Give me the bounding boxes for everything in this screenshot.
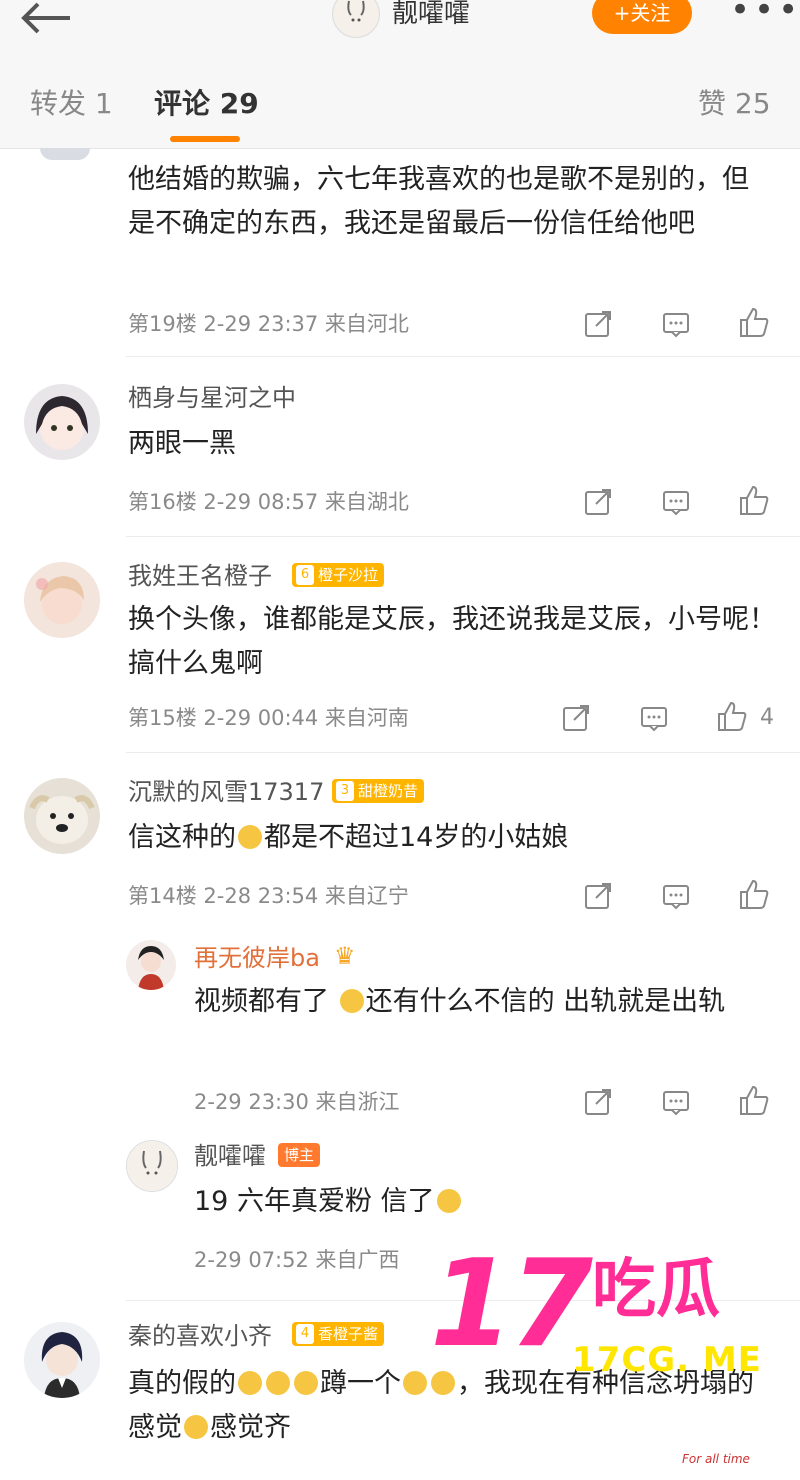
comment-text-part: 感觉齐: [210, 1412, 291, 1443]
tab-bar: 转发 1 评论 29 赞 25: [0, 60, 800, 149]
watermark-logo: 17: [430, 1235, 593, 1374]
like-icon[interactable]: [738, 878, 769, 909]
crown-icon: ♛: [334, 942, 356, 970]
back-arrow-icon[interactable]: [18, 0, 74, 39]
reply-text-part: 视频都有了: [194, 986, 329, 1017]
comment-meta: 第14楼 2-28 23:54 来自辽宁: [128, 884, 409, 908]
more-icon[interactable]: •••: [730, 0, 800, 30]
fan-badge: 4 香橙子酱: [292, 1322, 385, 1346]
comment-meta: 第16楼 2-29 08:57 来自湖北: [128, 490, 409, 514]
replier-name[interactable]: 再无彼岸ba: [194, 942, 320, 974]
top-bar: 靓嚯嚯 +关注 •••: [0, 0, 800, 60]
follow-button[interactable]: +关注: [592, 0, 692, 34]
divider: [126, 752, 800, 753]
comment-text: 两眼一黑: [128, 428, 236, 459]
tab-comments[interactable]: 评论 29: [154, 84, 259, 124]
fan-badge: 6 橙子沙拉: [292, 563, 385, 587]
reply-text-part: 19 六年真爱粉 信了: [194, 1186, 435, 1217]
commenter-name[interactable]: 沉默的风雪17317: [128, 776, 324, 808]
share-icon[interactable]: [584, 882, 612, 910]
badge-level: 3: [336, 781, 354, 801]
like-count: 4: [760, 705, 774, 730]
page-title: 靓嚯嚯: [392, 0, 471, 29]
share-icon[interactable]: [584, 1088, 612, 1116]
comment-meta: 第15楼 2-29 00:44 来自河南: [128, 706, 409, 730]
comment-text: 他结婚的欺骗，六七年我喜欢的也是歌不是别的，但是不确定的东西，我还是留最后一份信…: [128, 164, 749, 239]
avatar[interactable]: [24, 778, 100, 854]
comment-text-part: 真的假的: [128, 1368, 236, 1399]
watermark-tag: For all time: [682, 1452, 750, 1466]
share-icon[interactable]: [584, 310, 612, 338]
share-icon[interactable]: [562, 704, 590, 732]
like-icon[interactable]: [738, 484, 769, 515]
avatar[interactable]: [24, 384, 100, 460]
comment-icon[interactable]: [662, 310, 690, 338]
like-icon[interactable]: [738, 1084, 769, 1115]
divider: [126, 356, 800, 357]
watermark-title: 吃瓜: [592, 1253, 720, 1327]
laughing-emoji-icon: [238, 1371, 262, 1395]
tab-repost[interactable]: 转发 1: [30, 84, 113, 124]
badge-label: 香橙子酱: [318, 1325, 379, 1343]
comment-text-part: 蹲一个: [320, 1368, 401, 1399]
avatar[interactable]: [126, 1140, 178, 1192]
reply-text: 视频都有了 还有什么不信的 出轨就是出轨: [194, 980, 774, 1024]
commenter-name[interactable]: 我姓王名橙子: [128, 560, 272, 592]
laughing-emoji-icon: [238, 825, 262, 849]
doge-emoji-icon: [436, 1189, 461, 1213]
comment-icon[interactable]: [640, 704, 668, 732]
share-icon[interactable]: [584, 488, 612, 516]
comment-icon[interactable]: [662, 882, 690, 910]
reply-text: 19 六年真爱粉 信了: [194, 1180, 463, 1224]
replier-name[interactable]: 靓嚯嚯: [194, 1140, 266, 1172]
divider: [126, 536, 800, 537]
comment-text: 信这种的 都是不超过14岁的小姑娘: [128, 816, 568, 860]
fan-badge: 3 甜橙奶昔: [332, 779, 425, 803]
badge-level: 6: [296, 565, 314, 585]
author-avatar[interactable]: [332, 0, 380, 38]
comment-icon[interactable]: [662, 488, 690, 516]
comment-text-part: 都是不超过14岁的小姑娘: [264, 822, 569, 853]
avatar[interactable]: [126, 940, 176, 990]
badge-level: 4: [296, 1324, 314, 1344]
laughing-emoji-icon: [339, 989, 364, 1013]
comment-text-part: 信这种的: [128, 822, 236, 853]
like-icon[interactable]: [716, 700, 747, 731]
commenter-name[interactable]: 栖身与星河之中: [128, 382, 296, 414]
tab-active-indicator: [170, 136, 240, 142]
avatar[interactable]: [24, 1322, 100, 1398]
laughing-emoji-icon: [266, 1371, 290, 1395]
reply-meta: 2-29 07:52 来自广西: [194, 1248, 400, 1272]
doge-emoji-icon: [431, 1371, 455, 1395]
comment-icon[interactable]: [662, 1088, 690, 1116]
badge-label: 橙子沙拉: [318, 566, 379, 584]
badge-label: 甜橙奶昔: [358, 782, 419, 800]
commenter-name[interactable]: 秦的喜欢小齐: [128, 1320, 272, 1352]
crying-emoji-icon: [184, 1415, 208, 1439]
avatar[interactable]: [24, 562, 100, 638]
comment-text: 换个头像，谁都能是艾辰，我还说我是艾辰，小号呢！搞什么鬼啊: [128, 604, 776, 679]
avatar[interactable]: [40, 148, 90, 160]
comment-meta: 第19楼 2-29 23:37 来自河北: [128, 312, 409, 336]
author-badge: 博主: [278, 1143, 321, 1167]
laughing-emoji-icon: [403, 1371, 427, 1395]
laughing-emoji-icon: [294, 1371, 318, 1395]
reply-meta: 2-29 23:30 来自浙江: [194, 1090, 400, 1114]
tab-likes[interactable]: 赞 25: [698, 84, 771, 124]
like-icon[interactable]: [738, 306, 769, 337]
watermark-url: 17CG. ME: [572, 1340, 762, 1380]
reply-text-part: 还有什么不信的 出轨就是出轨: [365, 986, 726, 1017]
